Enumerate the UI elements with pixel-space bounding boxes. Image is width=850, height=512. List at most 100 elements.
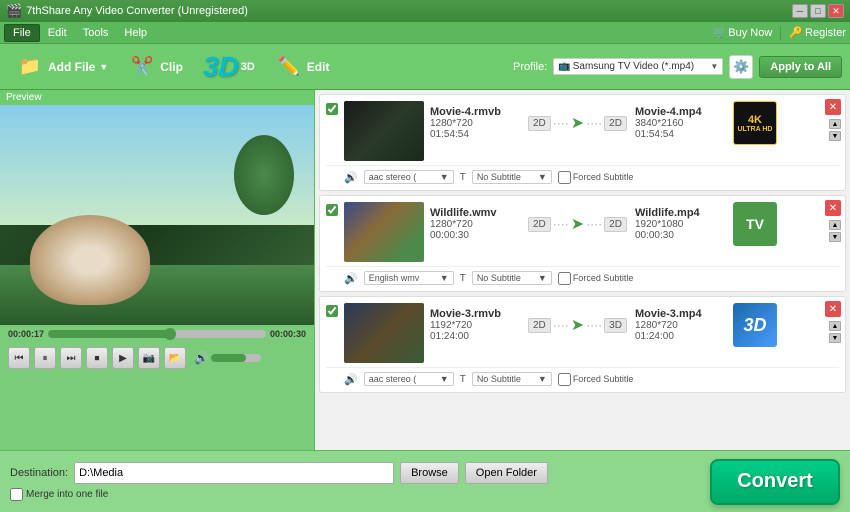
- quality-badge-3d: 3D: [733, 303, 777, 347]
- profile-dropdown-icon[interactable]: ▼: [710, 62, 718, 71]
- file-details-out-1: Movie-4.mp4 3840*2160 01:54:54: [635, 106, 725, 140]
- file-list-panel: Movie-4.rmvb 1280*720 01:54:54 2D ···· ➤…: [315, 90, 850, 450]
- apply-all-button[interactable]: Apply to All: [759, 56, 842, 78]
- subtitle-dropdown-3[interactable]: ▼: [538, 374, 547, 384]
- menu-file[interactable]: File: [4, 24, 40, 42]
- scroll-down-2[interactable]: ▼: [829, 232, 841, 242]
- scroll-down-1[interactable]: ▼: [829, 131, 841, 141]
- audio-select-2[interactable]: English wmv ▼: [364, 271, 454, 285]
- menu-tools[interactable]: Tools: [75, 25, 117, 41]
- scroll-up-2[interactable]: ▲: [829, 220, 841, 230]
- screenshot-button[interactable]: 📷: [138, 347, 160, 369]
- forced-cb-2[interactable]: [558, 272, 571, 285]
- destination-row: Destination: Browse Open Folder: [10, 462, 702, 484]
- progress-thumb[interactable]: [164, 328, 176, 340]
- file-item-top-2: Wildlife.wmv 1280*720 00:00:30 2D ···· ➤…: [326, 202, 839, 262]
- dot-separator-1: ····: [553, 116, 569, 130]
- subtitle-select-2[interactable]: No Subtitle ▼: [472, 271, 552, 285]
- edit-button[interactable]: ✏️ Edit: [267, 49, 338, 85]
- progress-fill: [48, 330, 170, 338]
- remove-file-2[interactable]: ✕: [825, 200, 841, 216]
- scroll-btns-1[interactable]: ▲ ▼: [829, 119, 841, 141]
- scroll-btns-3[interactable]: ▲ ▼: [829, 321, 841, 343]
- remove-file-3[interactable]: ✕: [825, 301, 841, 317]
- file-dur-out-3: 01:24:00: [635, 331, 725, 342]
- app-title: 7thShare Any Video Converter (Unregister…: [26, 5, 248, 17]
- maximize-button[interactable]: □: [810, 4, 826, 18]
- scroll-up-3[interactable]: ▲: [829, 321, 841, 331]
- clip-icon: ✂️: [128, 53, 156, 81]
- total-time: 00:00:30: [270, 329, 306, 339]
- browse-button[interactable]: Browse: [400, 462, 459, 484]
- clip-button[interactable]: ✂️ Clip: [120, 49, 191, 85]
- convert-button[interactable]: Convert: [710, 459, 840, 505]
- pause-button[interactable]: ⏸: [34, 347, 56, 369]
- audio-dropdown-1[interactable]: ▼: [440, 172, 449, 182]
- merge-checkbox[interactable]: [10, 488, 23, 501]
- profile-select[interactable]: 📺 Samsung TV Video (*.mp4) ▼: [553, 58, 723, 75]
- file-name-in-3: Movie-3.rmvb: [430, 308, 520, 320]
- remove-file-1[interactable]: ✕: [825, 99, 841, 115]
- file-name-out-1: Movie-4.mp4: [635, 106, 725, 118]
- forced-cb-1[interactable]: [558, 171, 571, 184]
- thumb-image-1: [344, 101, 424, 161]
- progress-bar[interactable]: [48, 330, 266, 338]
- subtitle-dropdown-1[interactable]: ▼: [538, 172, 547, 182]
- preview-progress-bar[interactable]: 00:00:17 00:00:30: [0, 325, 314, 343]
- forced-subtitle-1[interactable]: Forced Subtitle: [558, 171, 634, 184]
- file-info-1: Movie-4.rmvb 1280*720 01:54:54 2D ···· ➤…: [430, 101, 839, 145]
- menu-edit[interactable]: Edit: [40, 25, 75, 41]
- volume-icon[interactable]: 🔊: [194, 351, 209, 365]
- scroll-down-3[interactable]: ▼: [829, 333, 841, 343]
- audio-dropdown-2[interactable]: ▼: [440, 273, 449, 283]
- bottom-bar: Destination: Browse Open Folder Merge in…: [0, 450, 850, 512]
- badge-2d-out-2: 2D: [604, 217, 627, 232]
- audio-select-3[interactable]: aac stereo ( ▼: [364, 372, 454, 386]
- volume-fill: [211, 354, 246, 362]
- volume-bar[interactable]: [211, 354, 261, 362]
- subtitle-select-3[interactable]: No Subtitle ▼: [472, 372, 552, 386]
- video-frame: [0, 105, 314, 325]
- file-checkbox-1[interactable]: [326, 103, 338, 115]
- arrow-icon-1: ➤: [571, 113, 584, 133]
- window-controls[interactable]: ─ □ ✕: [792, 4, 844, 18]
- register-button[interactable]: 🔑 Register: [789, 26, 846, 39]
- merge-area[interactable]: Merge into one file: [10, 488, 702, 501]
- scroll-up-1[interactable]: ▲: [829, 119, 841, 129]
- volume-area[interactable]: 🔊: [194, 351, 261, 365]
- file-item-3: Movie-3.rmvb 1192*720 01:24:00 2D ···· ➤…: [319, 296, 846, 393]
- rewind-button[interactable]: ⏮: [8, 347, 30, 369]
- settings-button[interactable]: ⚙️: [729, 55, 753, 79]
- subtitle-icon-3: T: [460, 374, 466, 385]
- scroll-btns-2[interactable]: ▲ ▼: [829, 220, 841, 242]
- add-file-dropdown-icon[interactable]: ▼: [99, 62, 108, 72]
- file-details-out-3: Movie-3.mp4 1280*720 01:24:00: [635, 308, 725, 342]
- open-folder-button[interactable]: Open Folder: [465, 462, 548, 484]
- menu-help[interactable]: Help: [116, 25, 155, 41]
- buy-now-button[interactable]: 🛒 Buy Now: [713, 26, 773, 39]
- folder-button[interactable]: 📂: [164, 347, 186, 369]
- subtitle-dropdown-2[interactable]: ▼: [538, 273, 547, 283]
- stop-button[interactable]: ⏹: [86, 347, 108, 369]
- file-checkbox-2[interactable]: [326, 204, 338, 216]
- badge-2d-in-3: 2D: [528, 318, 551, 333]
- subtitle-select-1[interactable]: No Subtitle ▼: [472, 170, 552, 184]
- file-checkbox-3[interactable]: [326, 305, 338, 317]
- add-file-icon: 📁: [16, 53, 44, 81]
- play-button[interactable]: ▶: [112, 347, 134, 369]
- file-res-out-3: 1280*720: [635, 320, 725, 331]
- audio-dropdown-3[interactable]: ▼: [440, 374, 449, 384]
- 3d-button[interactable]: 3D 3D: [195, 47, 263, 87]
- file-details-out-2: Wildlife.mp4 1920*1080 00:00:30: [635, 207, 725, 241]
- dot-separator-2: ····: [586, 116, 602, 130]
- add-file-button[interactable]: 📁 Add File ▼: [8, 49, 116, 85]
- close-button[interactable]: ✕: [828, 4, 844, 18]
- dest-input[interactable]: [74, 462, 394, 484]
- forced-subtitle-3[interactable]: Forced Subtitle: [558, 373, 634, 386]
- forced-cb-3[interactable]: [558, 373, 571, 386]
- forced-subtitle-2[interactable]: Forced Subtitle: [558, 272, 634, 285]
- fast-forward-button[interactable]: ⏭: [60, 347, 82, 369]
- video-foliage: [234, 135, 294, 215]
- minimize-button[interactable]: ─: [792, 4, 808, 18]
- audio-select-1[interactable]: aac stereo ( ▼: [364, 170, 454, 184]
